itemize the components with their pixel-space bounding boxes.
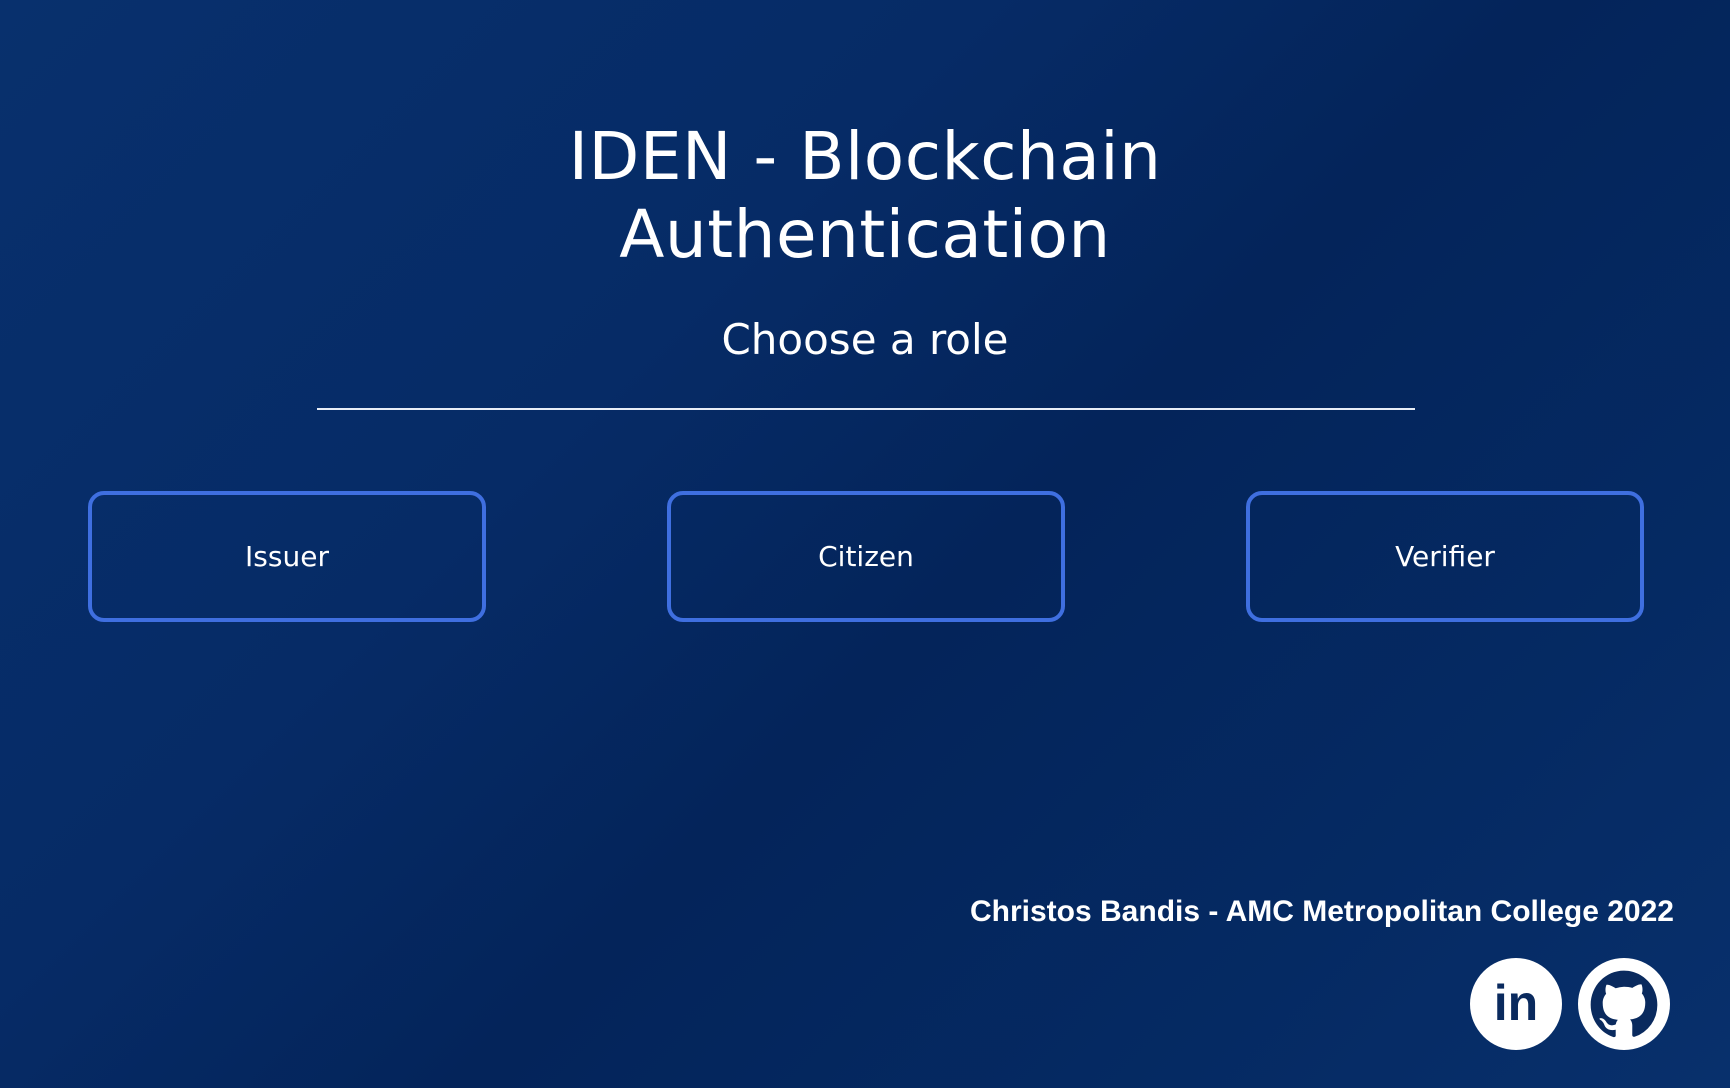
linkedin-icon: in — [1494, 975, 1538, 1031]
linkedin-link[interactable]: in — [1470, 958, 1562, 1050]
page-title-line-1: IDEN - Blockchain — [568, 118, 1162, 195]
role-selection-page: IDEN - Blockchain Authentication Choose … — [0, 0, 1730, 1088]
divider — [317, 408, 1415, 410]
github-icon — [1590, 970, 1658, 1038]
footer-credit: Christos Bandis - AMC Metropolitan Colle… — [970, 895, 1674, 928]
github-link[interactable] — [1578, 958, 1670, 1050]
verifier-button[interactable]: Verifier — [1246, 491, 1644, 622]
citizen-button[interactable]: Citizen — [667, 491, 1065, 622]
page-title-line-2: Authentication — [619, 196, 1111, 273]
page-title: IDEN - Blockchain Authentication — [0, 118, 1730, 274]
linkedin-icon-label: in — [1494, 975, 1538, 1031]
issuer-button[interactable]: Issuer — [88, 491, 486, 622]
page-subtitle: Choose a role — [721, 315, 1009, 364]
